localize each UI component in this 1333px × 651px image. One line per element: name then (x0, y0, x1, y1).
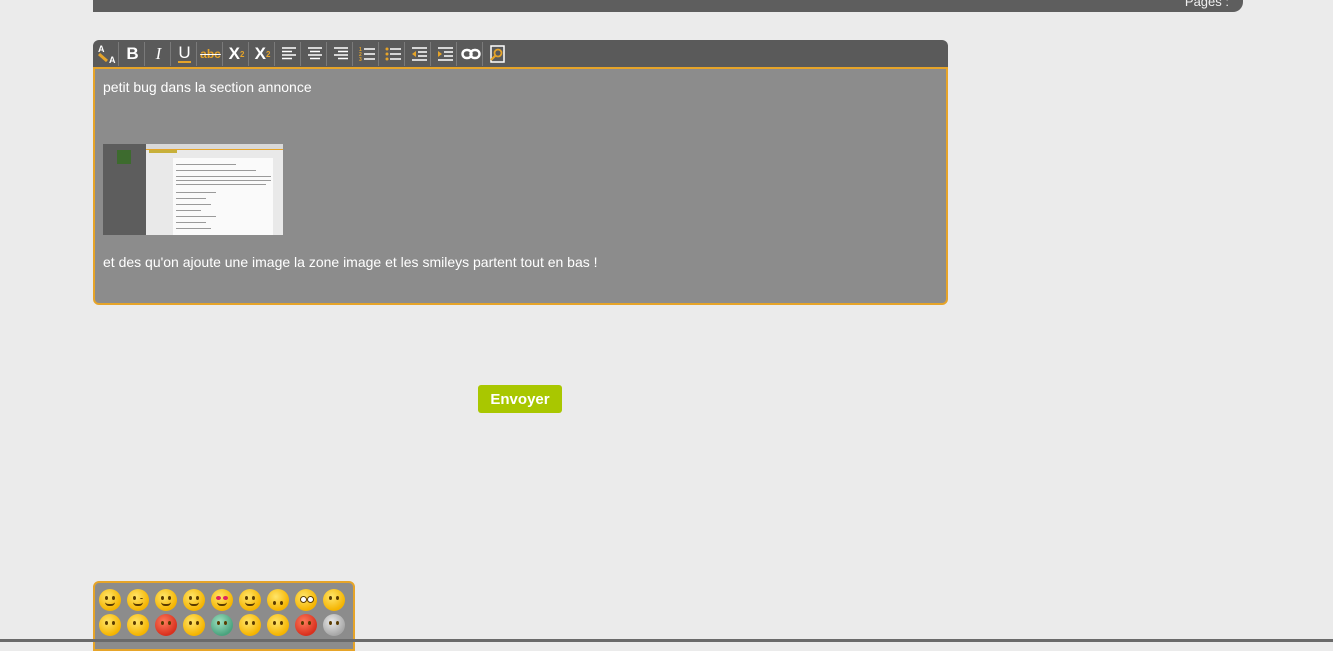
bold-label: B (126, 44, 139, 63)
yum-smiley-icon[interactable] (183, 589, 205, 611)
italic-label: I (155, 44, 162, 63)
underline-button[interactable]: U (173, 42, 197, 66)
preview-icon[interactable] (485, 42, 509, 66)
outdent-icon[interactable] (407, 42, 431, 66)
grin-smiley-icon[interactable] (99, 589, 121, 611)
font-color-icon[interactable]: AA (95, 42, 119, 66)
embedded-screenshot-image (103, 144, 283, 235)
unordered-list-icon[interactable] (381, 42, 405, 66)
underline-label: U (178, 43, 191, 63)
ordered-list-icon[interactable]: 123 (355, 42, 379, 66)
confused-smiley-icon[interactable] (99, 614, 121, 636)
kiss-smiley-icon[interactable] (323, 589, 345, 611)
strikethrough-button[interactable]: abc (199, 42, 223, 66)
svg-text:A: A (109, 55, 116, 65)
superscript-label: X (254, 44, 266, 63)
italic-button[interactable]: I (147, 42, 171, 66)
align-right-icon[interactable] (329, 42, 353, 66)
sweat-smile-icon[interactable] (155, 589, 177, 611)
angry-smiley-icon[interactable] (155, 614, 177, 636)
editor-text-line-1: petit bug dans la section annonce (103, 79, 312, 95)
tongue-smiley-icon[interactable] (239, 589, 261, 611)
svg-text:A: A (98, 44, 105, 54)
old-man-smiley-icon[interactable] (323, 614, 345, 636)
send-button[interactable]: Envoyer (478, 385, 562, 413)
svg-text:3: 3 (359, 57, 362, 62)
top-bar: Pages : (93, 0, 1243, 12)
flushed-smiley-icon[interactable] (295, 589, 317, 611)
editor-toolbar: AA B I U abc X2 X2 123 (93, 40, 948, 68)
strike-label: abc (200, 47, 221, 61)
subscript-label: X (228, 44, 240, 63)
link-icon[interactable] (459, 42, 483, 66)
pages-label: Pages : (1184, 0, 1229, 9)
wink-smiley-icon[interactable] (127, 589, 149, 611)
bold-button[interactable]: B (121, 42, 145, 66)
editor-text-line-2: et des qu'on ajoute une image la zone im… (103, 254, 598, 270)
subscript-index: 2 (239, 49, 245, 59)
sad-smiley-icon[interactable] (127, 614, 149, 636)
heart-eyes-icon[interactable] (211, 589, 233, 611)
grimace-smiley-icon[interactable] (267, 614, 289, 636)
message-editor[interactable]: petit bug dans la section annonce et des… (93, 67, 948, 305)
subscript-button[interactable]: X2 (225, 42, 249, 66)
sick-smiley-icon[interactable] (211, 614, 233, 636)
superscript-index: 2 (265, 49, 271, 59)
dizzy-smiley-icon[interactable] (239, 614, 261, 636)
indent-icon[interactable] (433, 42, 457, 66)
confounded-smiley-icon[interactable] (183, 614, 205, 636)
superscript-button[interactable]: X2 (251, 42, 275, 66)
devil-smiley-icon[interactable] (295, 614, 317, 636)
align-center-icon[interactable] (303, 42, 327, 66)
upside-down-smiley-icon[interactable] (267, 589, 289, 611)
align-left-icon[interactable] (277, 42, 301, 66)
